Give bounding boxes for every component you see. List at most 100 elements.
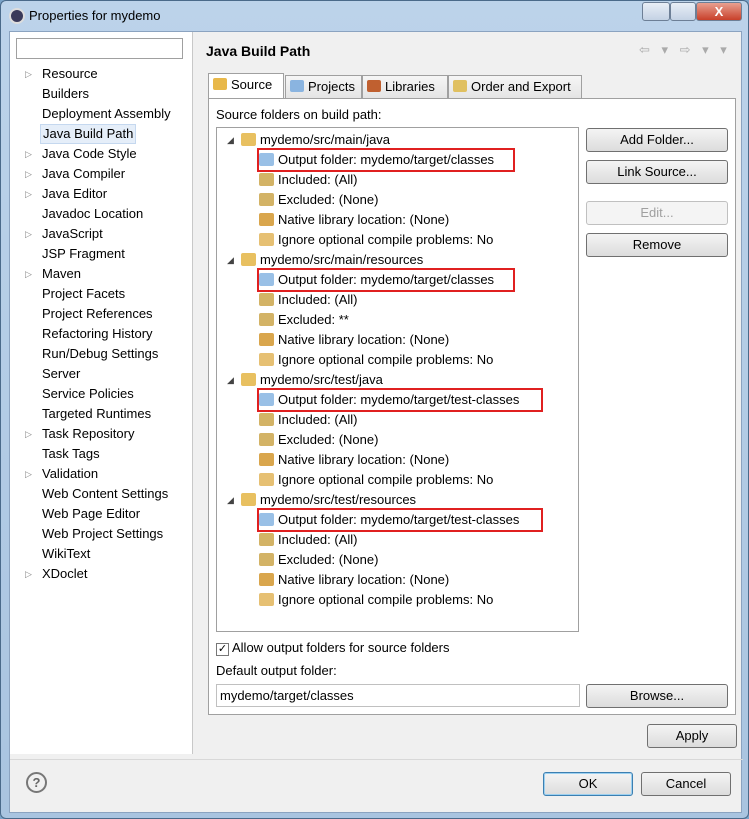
sidebar-item[interactable]: ▷ Java Editor	[10, 184, 190, 204]
expand-arrow-icon[interactable]: ▷	[25, 164, 32, 184]
sidebar-item-label: Project References	[42, 306, 153, 321]
sidebar-item[interactable]: ▷ Maven	[10, 264, 190, 284]
sidebar-item-label: Service Policies	[42, 386, 134, 401]
output-icon	[259, 513, 274, 526]
sidebar-item-label: WikiText	[42, 546, 91, 561]
tab-source[interactable]: Source	[208, 73, 284, 99]
ignore-icon	[259, 233, 274, 246]
sidebar-item[interactable]: Service Policies	[10, 384, 190, 404]
expand-arrow-icon[interactable]: ▷	[25, 464, 32, 484]
sidebar-item[interactable]: Web Page Editor	[10, 504, 190, 524]
sidebar-item[interactable]: Web Project Settings	[10, 524, 190, 544]
cancel-button[interactable]: Cancel	[641, 772, 731, 796]
footer-divider	[10, 759, 743, 760]
sidebar-item[interactable]: ▷ XDoclet	[10, 564, 190, 584]
folder-output-node[interactable]: Output folder: mydemo/target/test-classe…	[257, 388, 543, 412]
sidebar-item[interactable]: ▷ Validation	[10, 464, 190, 484]
package-folder-icon	[241, 373, 256, 386]
sidebar-item-label: Run/Debug Settings	[42, 346, 159, 361]
sidebar-item[interactable]: ▷ Resource	[10, 64, 190, 84]
sidebar-item[interactable]: ▷ Java Code Style	[10, 144, 190, 164]
sidebar-item[interactable]: Server	[10, 364, 190, 384]
ignore-text: Ignore optional compile problems: No	[278, 592, 494, 607]
eclipse-icon	[9, 8, 25, 24]
sidebar-item[interactable]: Refactoring History	[10, 324, 190, 344]
page-title: Java Build Path	[206, 43, 311, 59]
expand-arrow-icon[interactable]: ▷	[25, 184, 32, 204]
sidebar-item-label: Server	[42, 366, 81, 381]
expand-arrow-icon[interactable]: ▷	[25, 564, 32, 584]
folder-name: mydemo/src/test/resources	[260, 492, 417, 507]
native-icon	[259, 213, 274, 226]
folder-output-node[interactable]: Output folder: mydemo/target/classes	[257, 268, 515, 292]
folder-output-node[interactable]: Output folder: mydemo/target/test-classe…	[257, 508, 543, 532]
ignore-icon	[259, 593, 274, 606]
default-output-input[interactable]: mydemo/target/classes	[216, 684, 580, 707]
sidebar-item-label: Resource	[42, 66, 98, 81]
sidebar-item[interactable]: ▷ Java Compiler	[10, 164, 190, 184]
expand-arrow-icon[interactable]: ◢	[227, 370, 234, 390]
sidebar-item[interactable]: Java Build Path	[10, 124, 190, 144]
sidebar-item-label: Maven	[42, 266, 82, 281]
sidebar-item[interactable]: Deployment Assembly	[10, 104, 190, 124]
tab-order-and-export[interactable]: Order and Export	[448, 75, 582, 98]
maximize-button[interactable]	[670, 2, 696, 21]
tab-label: Libraries	[385, 79, 435, 94]
sidebar-item[interactable]: Web Content Settings	[10, 484, 190, 504]
folder-name: mydemo/src/main/java	[260, 132, 391, 147]
minimize-button[interactable]	[642, 2, 670, 21]
tab-libraries[interactable]: Libraries	[362, 75, 448, 98]
expand-arrow-icon[interactable]: ▷	[25, 424, 32, 444]
expand-arrow-icon[interactable]: ▷	[25, 264, 32, 284]
output-icon	[259, 393, 274, 406]
sidebar-item[interactable]: Builders	[10, 84, 190, 104]
allow-output-checkbox[interactable]: ✓	[216, 643, 229, 656]
expand-arrow-icon[interactable]: ▷	[25, 64, 32, 84]
sidebar-item-label: Deployment Assembly	[42, 106, 171, 121]
sidebar-item[interactable]: Targeted Runtimes	[10, 404, 190, 424]
output-text: Output folder: mydemo/target/classes	[278, 152, 495, 167]
included-text: Included: (All)	[278, 412, 358, 427]
expand-arrow-icon[interactable]: ▷	[25, 224, 32, 244]
expand-arrow-icon[interactable]: ◢	[227, 130, 234, 150]
expand-arrow-icon[interactable]: ◢	[227, 490, 234, 510]
folder-output-node[interactable]: Output folder: mydemo/target/classes	[257, 148, 515, 172]
allow-output-label: Allow output folders for source folders	[232, 640, 450, 655]
browse-button[interactable]: Browse...	[586, 684, 728, 708]
package-folder-icon	[241, 133, 256, 146]
edit-button[interactable]: Edit...	[586, 201, 728, 225]
sidebar-item[interactable]: Run/Debug Settings	[10, 344, 190, 364]
tab-projects[interactable]: Projects	[285, 75, 362, 98]
ok-button[interactable]: OK	[543, 772, 633, 796]
order-icon	[453, 80, 467, 92]
sidebar-item[interactable]: WikiText	[10, 544, 190, 564]
included-icon	[259, 173, 274, 186]
link-source-button[interactable]: Link Source...	[586, 160, 728, 184]
sidebar-item[interactable]: Task Tags	[10, 444, 190, 464]
sidebar-item[interactable]: Project References	[10, 304, 190, 324]
package-folder-icon	[241, 493, 256, 506]
sidebar-item[interactable]: Javadoc Location	[10, 204, 190, 224]
close-button[interactable]: X	[696, 2, 742, 21]
source-folders-tree[interactable]: ◢ mydemo/src/main/java Output folder: myde…	[216, 127, 579, 632]
expand-arrow-icon[interactable]: ▷	[25, 144, 32, 164]
add-folder-button[interactable]: Add Folder...	[586, 128, 728, 152]
filter-input[interactable]	[16, 38, 183, 59]
source-folder-icon	[213, 78, 227, 90]
sidebar-item-label: Web Content Settings	[42, 486, 169, 501]
sidebar-item-label: Web Project Settings	[42, 526, 164, 541]
sidebar-item[interactable]: ▷ JavaScript	[10, 224, 190, 244]
sidebar-item-label: Targeted Runtimes	[42, 406, 152, 421]
remove-button[interactable]: Remove	[586, 233, 728, 257]
excluded-icon	[259, 553, 274, 566]
sidebar-item[interactable]: JSP Fragment	[10, 244, 190, 264]
sidebar-item[interactable]: Project Facets	[10, 284, 190, 304]
included-text: Included: (All)	[278, 532, 358, 547]
expand-arrow-icon[interactable]: ◢	[227, 250, 234, 270]
ignore-icon	[259, 473, 274, 486]
help-icon[interactable]: ?	[26, 772, 47, 793]
included-text: Included: (All)	[278, 292, 358, 307]
history-nav-icons[interactable]: ⇦ ▾ ⇨ ▾ ▾	[639, 42, 731, 58]
sidebar-item[interactable]: ▷ Task Repository	[10, 424, 190, 444]
apply-button[interactable]: Apply	[647, 724, 737, 748]
